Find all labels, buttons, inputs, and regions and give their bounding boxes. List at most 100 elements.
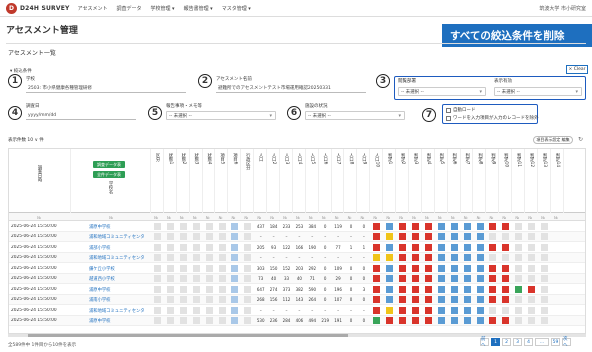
- header-col[interactable]: 人口6: [319, 149, 332, 213]
- header-col[interactable]: 判定14: [551, 149, 564, 213]
- row-school-link[interactable]: 浦原中学校: [89, 287, 145, 293]
- clear-filters-button[interactable]: × Clear: [566, 65, 588, 74]
- status-cell: [205, 296, 213, 303]
- row-school-link[interactable]: 浦部小学校: [89, 245, 145, 251]
- nav-assessment[interactable]: アセスメント: [78, 5, 108, 12]
- marker-2: 2: [198, 74, 212, 88]
- header-col[interactable]: 人口2: [267, 149, 280, 213]
- header-col[interactable]: 行政区分: [241, 149, 255, 213]
- table-row[interactable]: 2025-06-24 15:50:00 浦原中学校 647 274 373 382 590 0…: [9, 284, 585, 295]
- survey-data-button[interactable]: 調査データ表: [93, 161, 125, 168]
- all-data-button[interactable]: 全件データ表: [93, 171, 125, 178]
- header-col[interactable]: 状態1: [164, 149, 177, 213]
- row-school-link[interactable]: 浦南小学校: [89, 297, 145, 303]
- column-number: №: [553, 215, 558, 220]
- header-school[interactable]: 調査データ表 全件データ表 学校名: [71, 149, 151, 213]
- header-col[interactable]: 判定3: [409, 149, 422, 213]
- table-row[interactable]: 2025-06-24 15:50:00 越道西小学校 73 40 33 40 71 0 29 0 0: [9, 273, 585, 284]
- record-count: 全589件中 1件目から10件を表示: [8, 343, 77, 348]
- nav-report-management[interactable]: 報告書管理 ▾: [184, 5, 213, 12]
- numeric-cell: 530: [256, 318, 265, 323]
- pager-page[interactable]: 2: [502, 338, 511, 346]
- status-cell: [166, 285, 174, 293]
- display-valid-select[interactable]: -- 未選択 --: [494, 87, 582, 96]
- header-col[interactable]: 状態4: [203, 149, 216, 213]
- header-col[interactable]: 判定2: [396, 149, 409, 213]
- pager-page[interactable]: 59: [551, 338, 560, 346]
- table-row[interactable]: 2025-06-24 15:50:00 浦南小学校 268 156 112 143 264 0…: [9, 294, 585, 305]
- horizontal-scrollbar[interactable]: [8, 334, 586, 337]
- row-school-link[interactable]: 浦和地域コミュニティセンター: [89, 234, 145, 240]
- header-col[interactable]: 状態3: [190, 149, 203, 213]
- refresh-icon[interactable]: ↻: [578, 136, 583, 143]
- header-col[interactable]: 人口4: [293, 149, 306, 213]
- survey-date-input[interactable]: yyyy/mm/dd: [26, 111, 136, 120]
- school-field[interactable]: 2503: 市小県健康各種管理研修: [26, 84, 186, 93]
- header-col[interactable]: 人口7: [332, 149, 345, 213]
- judgement-cell: [412, 306, 419, 314]
- exclude-records-checkbox[interactable]: ワードを入力項目が入力のレコードを除外: [446, 115, 539, 121]
- header-col[interactable]: 項目6: [228, 149, 242, 213]
- header-col[interactable]: 人口5: [306, 149, 319, 213]
- pager-page[interactable]: 4: [524, 338, 533, 346]
- scrollbar-thumb[interactable]: [28, 334, 348, 337]
- status-cell: [192, 222, 200, 230]
- department-label: 閲覧部署: [398, 79, 416, 84]
- row-school-link[interactable]: 浦和地域コミュニティセンター: [89, 308, 145, 314]
- pager-page[interactable]: 1: [491, 338, 500, 346]
- pager-page[interactable]: 3: [513, 338, 522, 346]
- numeric-cell: –: [324, 255, 327, 260]
- header-col[interactable]: 判定6: [448, 149, 461, 213]
- pager-next[interactable]: 次へ: [562, 337, 571, 348]
- table-row[interactable]: 2025-06-24 15:50:00 浦部小学校 205 93 122 166 190 0 7…: [9, 242, 585, 253]
- header-col[interactable]: 判定11: [512, 149, 526, 213]
- nav-survey-data[interactable]: 調査データ: [116, 5, 141, 12]
- header-col[interactable]: 判定1: [383, 149, 397, 213]
- table-row[interactable]: 2025-06-24 15:50:00 浦原中学校 530 236 284 406 494 2…: [9, 315, 585, 326]
- header-col[interactable]: 項目5: [216, 149, 229, 213]
- table-row[interactable]: 2025-06-24 15:50:00 浦和地域コミュニティセンター – – – – – – –…: [9, 252, 585, 263]
- table-row[interactable]: 2025-06-24 15:50:00 浦和地域コミュニティセンター – – – – – – –…: [9, 305, 585, 316]
- header-col[interactable]: 人口10: [370, 149, 384, 213]
- row-school-link[interactable]: 浦和地域コミュニティセンター: [89, 255, 145, 261]
- header-col[interactable]: 人口3: [280, 149, 293, 213]
- page-size-control[interactable]: 表示件数 10 ∨ 件: [8, 137, 44, 143]
- pager-prev[interactable]: 前へ: [480, 337, 489, 348]
- table-row[interactable]: 2025-06-24 15:50:00 浦原中学校 437 184 233 253 384 0…: [9, 221, 585, 232]
- row-school-link[interactable]: 浦原中学校: [89, 224, 145, 230]
- header-col[interactable]: 判定10: [499, 149, 513, 213]
- department-select[interactable]: -- 未選択 --: [398, 87, 486, 96]
- nav-school-management[interactable]: 学校管理 ▾: [150, 5, 174, 12]
- assessment-name-field[interactable]: 避難所でのアセスメントテスト市場運用確認20250331: [216, 84, 366, 93]
- row-school-link[interactable]: 越道西小学校: [89, 276, 145, 282]
- header-col[interactable]: 判定9: [486, 149, 500, 213]
- table-row[interactable]: 2025-06-24 15:50:00 浦和地域コミュニティセンター – – – – – – –…: [9, 231, 585, 242]
- facility-status-select[interactable]: -- 未選択 --: [305, 111, 405, 120]
- status-cell: [218, 243, 226, 251]
- header-col[interactable]: 判定4: [422, 149, 435, 213]
- nav-master-management[interactable]: マスタ管理 ▾: [222, 5, 251, 12]
- header-col[interactable]: 区分: [151, 149, 164, 213]
- header-col[interactable]: 判定12: [525, 149, 538, 213]
- judgement-cell: [399, 243, 407, 251]
- header-date[interactable]: 調査日時: [9, 149, 71, 213]
- row-school-link[interactable]: 浦原中学校: [89, 318, 145, 324]
- pager-page[interactable]: ...: [535, 338, 549, 346]
- header-col[interactable]: 判定8: [474, 149, 487, 213]
- report-memo-select[interactable]: -- 未選択 --: [166, 111, 276, 120]
- table-row[interactable]: 2025-06-24 15:50:00 鎌ケ丘小学校 303 150 152 203 292…: [9, 263, 585, 274]
- header-col[interactable]: 判定5: [435, 149, 448, 213]
- header-col[interactable]: 人口9: [357, 149, 371, 213]
- header-col[interactable]: 人口8: [345, 149, 358, 213]
- user-menu[interactable]: 筑波大学 市小研究室: [539, 5, 586, 12]
- header-label: 判定7: [464, 153, 470, 165]
- header-col[interactable]: 判定13: [538, 149, 551, 213]
- column-settings-button[interactable]: 項目表示設定 編集: [533, 136, 573, 144]
- auto-load-checkbox[interactable]: 自動ロード: [446, 107, 476, 113]
- header-col[interactable]: 状態2: [177, 149, 190, 213]
- header-col[interactable]: 判定7: [461, 149, 474, 213]
- header-col[interactable]: 人口: [254, 149, 268, 213]
- row-school-link[interactable]: 鎌ケ丘小学校: [89, 266, 145, 272]
- row-date: 2025-06-24 15:50:00: [11, 307, 57, 313]
- app-logo[interactable]: D D24H SURVEY: [6, 2, 70, 14]
